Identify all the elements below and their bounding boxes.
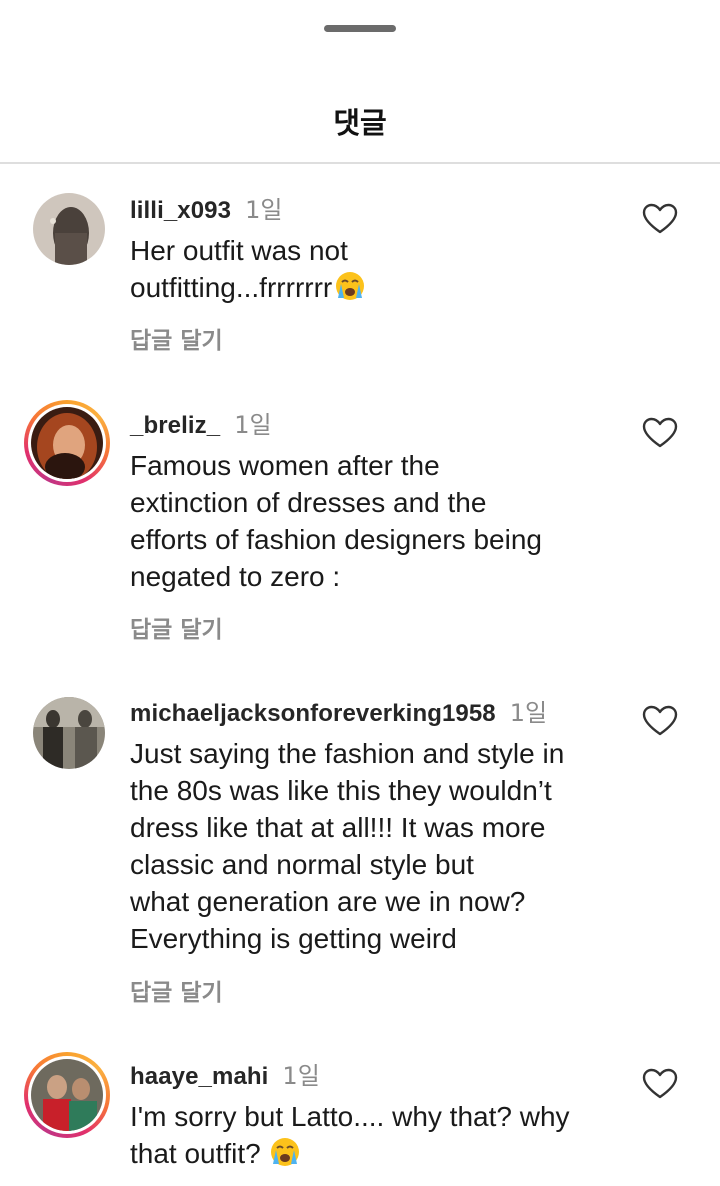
timestamp: 1일 — [509, 699, 548, 727]
comment-meta: haaye_mahi 1일 — [130, 1056, 320, 1090]
avatar[interactable] — [33, 697, 105, 769]
avatar — [31, 407, 103, 479]
timestamp: 1일 — [282, 1062, 320, 1090]
comment-meta: michaeljacksonforeverking1958 1일 — [130, 693, 548, 727]
heart-icon[interactable] — [642, 203, 678, 235]
comment-text-content: I'm sorry but Latto.... why that? why th… — [130, 1101, 570, 1169]
comment-item: lilli_x093 1일 Her outfit was not outfitti… — [0, 190, 720, 360]
avatar — [31, 1059, 103, 1131]
avatar-story-ring[interactable] — [24, 1052, 110, 1138]
reply-button[interactable]: 답글 달기 — [130, 610, 223, 644]
loudly-crying-face-icon — [269, 1136, 301, 1168]
comment-text: Famous women after the extinction of dre… — [130, 450, 542, 592]
comment-item: michaeljacksonforeverking1958 1일 Just say… — [0, 693, 720, 1013]
comment-text: Just saying the fashion and style in the… — [130, 738, 565, 954]
drag-handle[interactable] — [324, 25, 396, 32]
timestamp: 1일 — [234, 411, 272, 439]
reply-button[interactable]: 답글 달기 — [130, 973, 223, 1007]
avatar[interactable] — [33, 193, 105, 265]
comments-sheet: 댓글 lilli_x093 1일 Her outfit was not outfi… — [0, 0, 720, 1186]
sheet-title: 댓글 — [333, 106, 387, 140]
header-divider — [0, 162, 720, 164]
username[interactable]: haaye_mahi — [130, 1063, 268, 1090]
avatar-story-ring[interactable] — [24, 400, 110, 486]
comment-item: _breliz_ 1일 Famous women after the extinc… — [0, 400, 720, 655]
username[interactable]: _breliz_ — [130, 412, 220, 439]
username[interactable]: lilli_x093 — [130, 197, 231, 224]
heart-icon[interactable] — [642, 1068, 678, 1100]
comment-text: I'm sorry but Latto.... why that? why th… — [130, 1098, 630, 1172]
heart-icon[interactable] — [642, 705, 678, 737]
comment-text: Her outfit was not outfitting...frrrrrrr — [130, 232, 630, 306]
comment-item: haaye_mahi 1일 I'm sorry but Latto.... why… — [0, 1052, 720, 1186]
username[interactable]: michaeljacksonforeverking1958 — [130, 700, 496, 727]
comment-meta: _breliz_ 1일 — [130, 405, 272, 439]
comment-text-content: Her outfit was not outfitting...frrrrrrr — [130, 235, 348, 303]
heart-icon[interactable] — [642, 417, 678, 449]
comment-meta: lilli_x093 1일 — [130, 190, 283, 224]
timestamp: 1일 — [245, 196, 283, 224]
loudly-crying-face-icon — [334, 270, 366, 302]
reply-button[interactable]: 답글 달기 — [130, 321, 223, 355]
